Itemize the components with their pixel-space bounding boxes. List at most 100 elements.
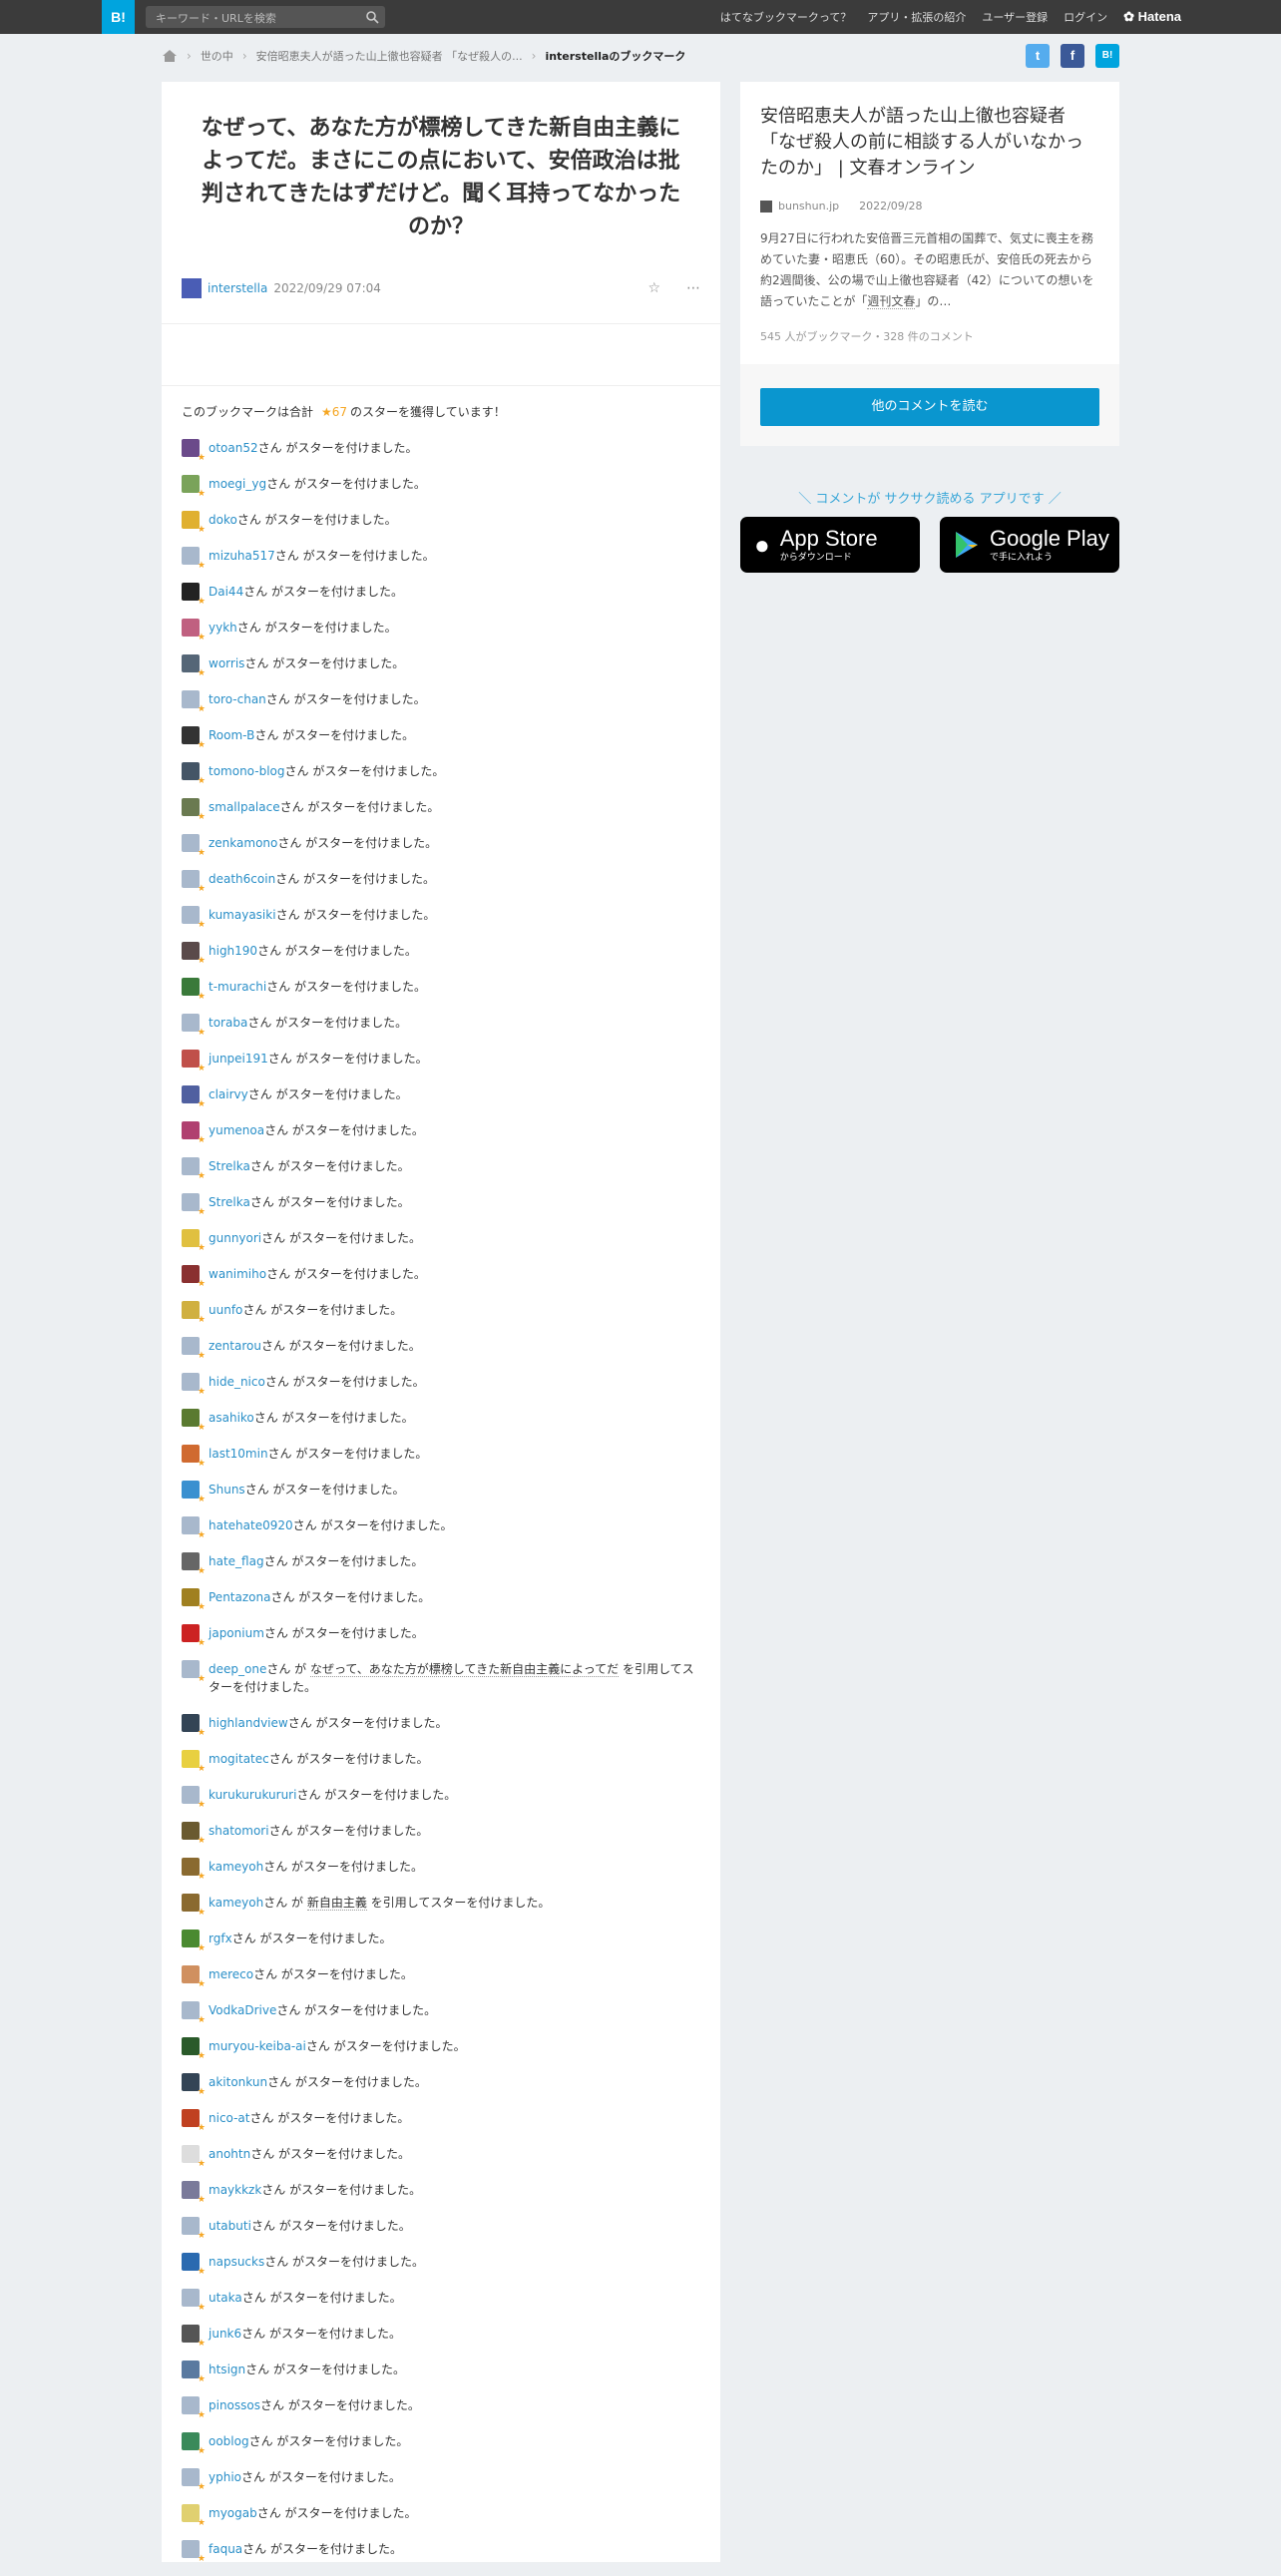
- nav-about[interactable]: はてなブックマークって？: [720, 9, 851, 25]
- bookmark-user-link[interactable]: interstella: [208, 281, 267, 295]
- star-user-link[interactable]: hate_flag: [209, 1554, 264, 1568]
- breadcrumb-category[interactable]: 世の中: [201, 48, 233, 64]
- star-user-link[interactable]: asahiko: [209, 1411, 254, 1425]
- avatar[interactable]: [182, 1552, 206, 1576]
- star-user-link[interactable]: napsucks: [209, 2255, 264, 2269]
- app-store-badge[interactable]: ● App Store からダウンロード: [740, 517, 920, 573]
- star-user-link[interactable]: myogab: [209, 2506, 257, 2520]
- avatar[interactable]: [182, 2289, 206, 2313]
- star-user-link[interactable]: doko: [209, 513, 237, 527]
- avatar[interactable]: [182, 2181, 206, 2205]
- avatar[interactable]: [182, 2468, 206, 2492]
- avatar[interactable]: [182, 2540, 206, 2564]
- star-user-link[interactable]: toro-chan: [209, 692, 266, 706]
- avatar[interactable]: [182, 2109, 206, 2133]
- star-user-link[interactable]: wanimiho: [209, 1267, 266, 1281]
- entry-domain[interactable]: bunshun.jp: [778, 200, 839, 213]
- avatar[interactable]: [182, 2504, 206, 2528]
- avatar[interactable]: [182, 1714, 206, 1738]
- avatar[interactable]: [182, 2396, 206, 2420]
- star-user-link[interactable]: gunnyori: [209, 1231, 261, 1245]
- star-user-link[interactable]: worris: [209, 656, 244, 670]
- search-input[interactable]: キーワード・URLを検索: [146, 6, 385, 28]
- avatar[interactable]: [182, 2361, 206, 2384]
- star-user-link[interactable]: VodkaDrive: [209, 2003, 276, 2017]
- search-icon[interactable]: [365, 10, 379, 24]
- avatar[interactable]: [182, 1050, 206, 1073]
- avatar[interactable]: [182, 1445, 206, 1469]
- google-play-badge[interactable]: Google Play で手に入れよう: [940, 517, 1119, 573]
- star-user-link[interactable]: zentarou: [209, 1339, 261, 1353]
- hatena-bookmark-logo[interactable]: B!: [102, 0, 135, 34]
- star-user-link[interactable]: faqua: [209, 2542, 242, 2556]
- avatar[interactable]: [182, 2037, 206, 2061]
- star-user-link[interactable]: moegi_yg: [209, 477, 266, 491]
- avatar[interactable]: [182, 475, 206, 499]
- avatar[interactable]: [182, 1481, 206, 1504]
- star-user-link[interactable]: last10min: [209, 1447, 268, 1461]
- hatena-brand-link[interactable]: ✿ Hatena: [1123, 9, 1181, 25]
- avatar[interactable]: [182, 1121, 206, 1145]
- nav-signup[interactable]: ユーザー登録: [982, 9, 1048, 25]
- avatar[interactable]: [182, 2217, 206, 2241]
- avatar[interactable]: [182, 906, 206, 930]
- star-user-link[interactable]: toraba: [209, 1016, 247, 1030]
- avatar[interactable]: [182, 547, 206, 571]
- avatar[interactable]: [182, 1193, 206, 1217]
- star-user-link[interactable]: high190: [209, 944, 257, 958]
- avatar[interactable]: [182, 2001, 206, 2025]
- avatar[interactable]: [182, 726, 206, 750]
- star-user-link[interactable]: hatehate0920: [209, 1518, 293, 1532]
- avatar[interactable]: [182, 1516, 206, 1540]
- avatar[interactable]: [182, 619, 206, 643]
- star-user-link[interactable]: hide_nico: [209, 1375, 265, 1389]
- star-user-link[interactable]: uunfo: [209, 1303, 242, 1317]
- entry-counts[interactable]: 545 人がブックマーク・328 件のコメント: [760, 328, 1099, 344]
- avatar[interactable]: [182, 1930, 206, 1953]
- star-user-link[interactable]: htsign: [209, 2362, 245, 2376]
- star-user-link[interactable]: ooblog: [209, 2434, 249, 2448]
- avatar[interactable]: [182, 762, 206, 786]
- avatar[interactable]: [182, 1750, 206, 1774]
- avatar[interactable]: [182, 1373, 206, 1397]
- star-user-link[interactable]: smallpalace: [209, 800, 280, 814]
- star-user-link[interactable]: shatomori: [209, 1824, 269, 1838]
- avatar[interactable]: [182, 2325, 206, 2349]
- breadcrumb-entry[interactable]: 安倍昭恵夫人が語った山上徹也容疑者 「なぜ殺人の...: [256, 48, 523, 64]
- star-user-link[interactable]: kurukurukururi: [209, 1788, 296, 1802]
- avatar[interactable]: [182, 942, 206, 966]
- avatar[interactable]: [182, 1337, 206, 1361]
- star-user-link[interactable]: nico-at: [209, 2111, 250, 2125]
- home-icon[interactable]: [162, 49, 178, 63]
- avatar[interactable]: [182, 1265, 206, 1289]
- avatar[interactable]: [182, 1660, 206, 1684]
- star-user-link[interactable]: Strelka: [209, 1159, 250, 1173]
- star-user-link[interactable]: mereco: [209, 1967, 253, 1981]
- star-user-link[interactable]: pinossos: [209, 2398, 260, 2412]
- avatar[interactable]: [182, 654, 206, 678]
- star-user-link[interactable]: Strelka: [209, 1195, 250, 1209]
- avatar[interactable]: [182, 798, 206, 822]
- star-user-link[interactable]: zenkamono: [209, 836, 277, 850]
- star-user-link[interactable]: japonium: [209, 1626, 264, 1640]
- star-user-link[interactable]: death6coin: [209, 872, 275, 886]
- star-user-link[interactable]: utabuti: [209, 2219, 251, 2233]
- nav-apps[interactable]: アプリ・拡張の紹介: [867, 9, 966, 25]
- star-user-link[interactable]: akitonkun: [209, 2075, 267, 2089]
- avatar[interactable]: [182, 1822, 206, 1846]
- bookmark-date[interactable]: 2022/09/29 07:04: [273, 281, 381, 295]
- star-user-link[interactable]: kameyoh: [209, 1860, 263, 1874]
- star-user-link[interactable]: deep_one: [209, 1662, 266, 1676]
- nav-login[interactable]: ログイン: [1064, 9, 1107, 25]
- entry-title[interactable]: 安倍昭恵夫人が語った山上徹也容疑者「なぜ殺人の前に相談する人がいなかったのか」 …: [760, 104, 1099, 182]
- star-user-link[interactable]: Pentazona: [209, 1590, 270, 1604]
- avatar[interactable]: [182, 1085, 206, 1109]
- avatar[interactable]: [182, 511, 206, 535]
- avatar[interactable]: [182, 870, 206, 894]
- entry-description-link[interactable]: 週刊文春: [867, 294, 916, 309]
- avatar[interactable]: [182, 1965, 206, 1989]
- avatar[interactable]: [182, 2432, 206, 2456]
- facebook-share-icon[interactable]: f: [1061, 44, 1084, 68]
- more-options-icon[interactable]: ⋯: [686, 280, 700, 296]
- avatar[interactable]: [182, 278, 202, 298]
